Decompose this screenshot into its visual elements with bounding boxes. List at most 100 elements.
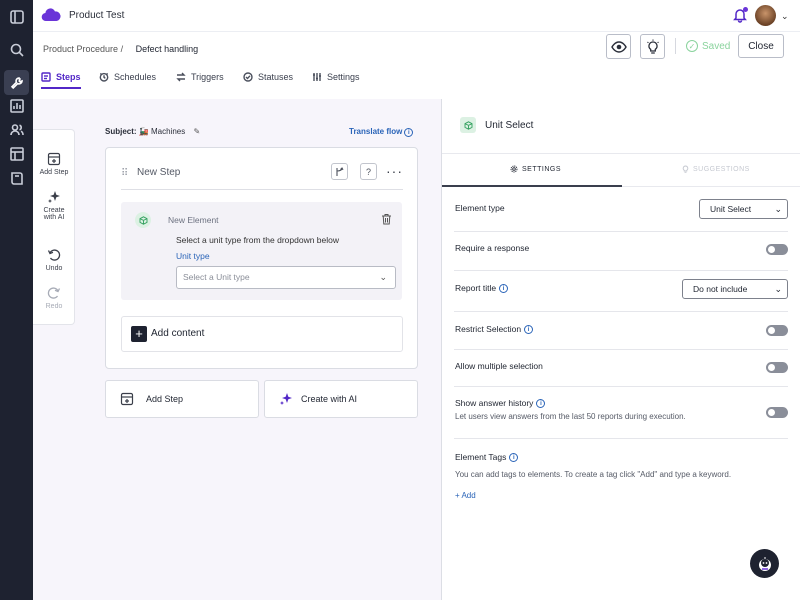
create-with-ai-button[interactable]: Create with AI bbox=[264, 380, 418, 418]
element-settings-panel: Unit Select SETTINGS SUGGESTIONS Element… bbox=[441, 99, 800, 600]
element-title[interactable]: New Element bbox=[168, 215, 219, 225]
tab-statuses[interactable]: Statuses bbox=[243, 68, 293, 86]
check-circle-icon: ✓ bbox=[686, 40, 698, 52]
avatar[interactable] bbox=[755, 5, 776, 26]
suggestions-button[interactable] bbox=[640, 34, 665, 59]
divider bbox=[121, 189, 403, 190]
panel-toggle-icon[interactable] bbox=[9, 9, 24, 24]
analytics-icon[interactable] bbox=[9, 98, 24, 113]
restrict-selection-label: Restrict Selection i bbox=[455, 324, 534, 334]
info-icon[interactable]: i bbox=[536, 398, 546, 408]
chevron-down-icon[interactable]: ⌄ bbox=[781, 11, 789, 22]
users-icon[interactable] bbox=[9, 122, 24, 137]
show-history-toggle[interactable] bbox=[766, 407, 788, 418]
saved-label: Saved bbox=[702, 40, 731, 52]
report-title-value: Do not include bbox=[693, 284, 748, 294]
trash-icon[interactable] bbox=[381, 213, 392, 225]
machine-icon: 🚂 bbox=[138, 127, 149, 136]
tab-label: Triggers bbox=[191, 72, 224, 82]
cube-icon bbox=[460, 117, 476, 133]
report-title-text: Report title bbox=[455, 283, 497, 293]
close-button[interactable]: Close bbox=[738, 34, 784, 58]
undo-tool[interactable]: Undo bbox=[33, 248, 75, 272]
lightbulb-icon bbox=[682, 165, 689, 173]
pencil-icon[interactable]: ✎ bbox=[193, 127, 200, 136]
redo-icon bbox=[47, 287, 61, 299]
show-history-text: Show answer history bbox=[455, 398, 534, 408]
wrench-icon[interactable] bbox=[4, 70, 29, 95]
element-type-label: Element type bbox=[455, 203, 505, 213]
tab-triggers[interactable]: Triggers bbox=[176, 68, 224, 86]
tool-label: Add Step bbox=[39, 169, 69, 176]
cube-icon bbox=[135, 212, 151, 228]
translate-flow-link[interactable]: Translate flow i bbox=[349, 127, 414, 137]
restrict-selection-text: Restrict Selection bbox=[455, 324, 522, 334]
element-tags-text: Element Tags bbox=[455, 452, 507, 462]
create-with-ai-label: Create with AI bbox=[301, 394, 358, 404]
help-button[interactable]: ? bbox=[360, 163, 377, 180]
assistant-bot-button[interactable] bbox=[750, 549, 779, 578]
active-tab-underline bbox=[442, 185, 622, 187]
element-block[interactable]: New Element Select a unit type from the … bbox=[121, 202, 402, 300]
book-icon[interactable] bbox=[9, 170, 24, 185]
saved-status: ✓ Saved bbox=[686, 40, 730, 52]
require-response-toggle[interactable] bbox=[766, 244, 788, 255]
more-options-icon[interactable]: ··· bbox=[386, 163, 403, 179]
add-content-label: Add content bbox=[151, 328, 205, 339]
tab-label: SETTINGS bbox=[522, 165, 562, 173]
left-nav-rail bbox=[0, 0, 33, 600]
active-tab-underline bbox=[41, 87, 81, 89]
add-content-button[interactable]: + Add content bbox=[121, 316, 403, 352]
unit-type-select[interactable]: Select a Unit type ⌄ bbox=[176, 266, 396, 289]
cloud-logo-icon bbox=[41, 8, 61, 22]
tab-steps[interactable]: Steps bbox=[41, 68, 81, 86]
add-tag-link[interactable]: + Add bbox=[455, 491, 476, 500]
report-title-select[interactable]: Do not include ⌄ bbox=[682, 279, 788, 299]
tab-label: Steps bbox=[56, 72, 81, 82]
create-with-ai-tool[interactable]: Create with AI bbox=[33, 190, 75, 221]
flow-canvas: Add Step Create with AI Undo Redo Subjec… bbox=[33, 99, 441, 600]
element-description: Select a unit type from the dropdown bel… bbox=[176, 235, 340, 245]
info-icon: i bbox=[404, 128, 414, 137]
subject-value[interactable]: Machines bbox=[151, 127, 185, 136]
question-icon: ? bbox=[365, 166, 371, 177]
unit-type-link[interactable]: Unit type bbox=[176, 251, 210, 261]
main-tabs: Steps Schedules Triggers Statuses Settin… bbox=[33, 64, 800, 90]
require-response-label: Require a response bbox=[455, 243, 530, 253]
tab-schedules[interactable]: Schedules bbox=[99, 68, 156, 86]
preview-button[interactable] bbox=[606, 34, 631, 59]
subject-label: Subject: bbox=[105, 127, 137, 136]
show-history-label: Show answer history i bbox=[455, 398, 546, 408]
tab-label: Settings bbox=[327, 72, 360, 82]
element-type-value: Unit Select bbox=[710, 204, 752, 214]
element-type-select[interactable]: Unit Select ⌄ bbox=[699, 199, 788, 219]
add-step-tool[interactable]: Add Step bbox=[33, 152, 75, 176]
element-tags-label: Element Tags i bbox=[455, 452, 519, 462]
show-history-row: Show answer history i Let users view answ… bbox=[454, 387, 788, 439]
drag-handle-icon[interactable]: ⠿ bbox=[121, 168, 128, 179]
sparkle-icon bbox=[48, 191, 60, 203]
branch-button[interactable] bbox=[331, 163, 348, 180]
tab-label: Schedules bbox=[114, 72, 157, 82]
info-icon[interactable]: i bbox=[524, 324, 534, 334]
add-step-button[interactable]: Add Step bbox=[105, 380, 259, 418]
search-icon[interactable] bbox=[9, 42, 24, 57]
table-icon[interactable] bbox=[9, 146, 24, 161]
undo-icon bbox=[47, 249, 61, 261]
translate-label: Translate flow bbox=[349, 127, 403, 136]
tab-settings-panel[interactable]: SETTINGS bbox=[510, 165, 561, 173]
notification-dot bbox=[743, 7, 748, 12]
allow-multiple-toggle[interactable] bbox=[766, 362, 788, 373]
sparkle-icon bbox=[280, 393, 292, 405]
info-icon[interactable]: i bbox=[499, 283, 509, 293]
element-tags-description: You can add tags to elements. To create … bbox=[455, 470, 732, 479]
tab-suggestions[interactable]: SUGGESTIONS bbox=[682, 165, 750, 173]
restrict-selection-toggle[interactable] bbox=[766, 325, 788, 336]
tab-settings[interactable]: Settings bbox=[312, 68, 360, 86]
plus-icon: + bbox=[131, 326, 147, 342]
step-title[interactable]: New Step bbox=[137, 167, 180, 178]
breadcrumb-parent[interactable]: Product Procedure bbox=[43, 44, 118, 54]
redo-tool[interactable]: Redo bbox=[33, 286, 75, 310]
steps-icon bbox=[41, 72, 51, 82]
info-icon[interactable]: i bbox=[509, 452, 519, 462]
